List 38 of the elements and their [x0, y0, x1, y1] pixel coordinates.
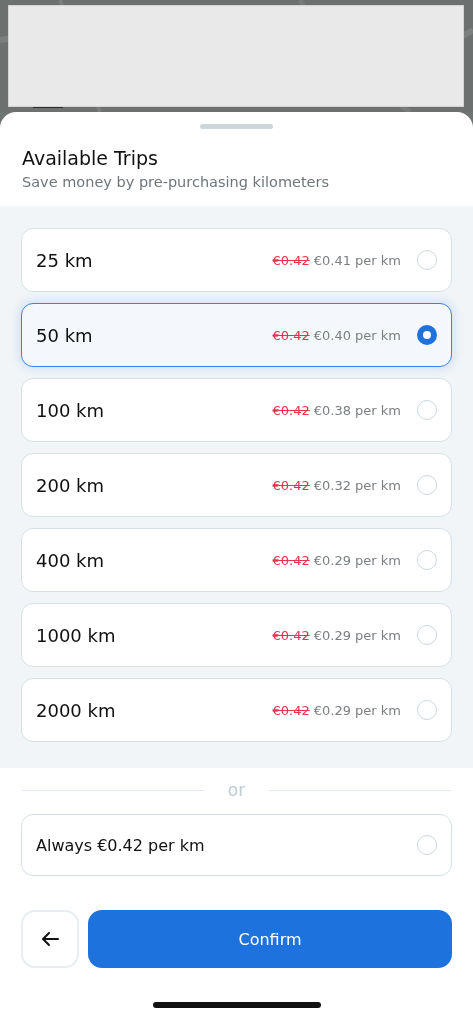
old-price: €0.42 — [272, 477, 310, 493]
distance-label: 50 km — [36, 324, 94, 346]
price-label: €0.40 per km — [313, 327, 401, 343]
radio-button[interactable] — [417, 325, 437, 345]
confirm-button[interactable]: Confirm — [88, 910, 452, 968]
old-price: €0.42 — [272, 327, 310, 343]
back-button[interactable] — [21, 910, 79, 968]
old-price: €0.42 — [272, 252, 310, 268]
distance-label: 1000 km — [36, 624, 117, 646]
sheet-subtitle: Save money by pre-purchasing kilometers — [22, 174, 331, 190]
bundle-option[interactable]: 50 km €0.42 €0.40 per km — [21, 303, 452, 367]
back-arrow-icon — [41, 931, 59, 947]
distance-label: 25 km — [36, 249, 94, 271]
bundle-option[interactable]: 1000 km €0.42 €0.29 per km — [21, 603, 452, 667]
price-label: €0.32 per km — [313, 477, 401, 493]
old-price: €0.42 — [272, 402, 310, 418]
payg-label: Always €0.42 per km — [36, 835, 206, 855]
distance-label: 2000 km — [36, 699, 117, 721]
distance-label: 200 km — [36, 474, 106, 496]
distance-label: 100 km — [36, 399, 106, 421]
price-label: €0.41 per km — [313, 252, 401, 268]
old-price: €0.42 — [272, 627, 310, 643]
price-label: €0.29 per km — [313, 627, 401, 643]
old-price: €0.42 — [272, 702, 310, 718]
payg-option[interactable]: Always €0.42 per km — [21, 814, 452, 876]
old-price: €0.42 — [272, 552, 310, 568]
sheet-title: Available Trips — [22, 147, 159, 169]
bundle-option[interactable]: 25 km €0.42 €0.41 per km — [21, 228, 452, 292]
price-label: €0.29 per km — [313, 552, 401, 568]
bundle-option[interactable]: 2000 km €0.42 €0.29 per km — [21, 678, 452, 742]
bundle-option[interactable]: 200 km €0.42 €0.32 per km — [21, 453, 452, 517]
drag-handle[interactable] — [200, 124, 273, 129]
bundle-option[interactable]: 100 km €0.42 €0.38 per km — [21, 378, 452, 442]
distance-label: 400 km — [36, 549, 106, 571]
separator-label: or — [227, 780, 246, 800]
price-label: €0.38 per km — [313, 402, 401, 418]
bundle-option[interactable]: 400 km €0.42 €0.29 per km — [21, 528, 452, 592]
price-label: €0.29 per km — [313, 702, 401, 718]
